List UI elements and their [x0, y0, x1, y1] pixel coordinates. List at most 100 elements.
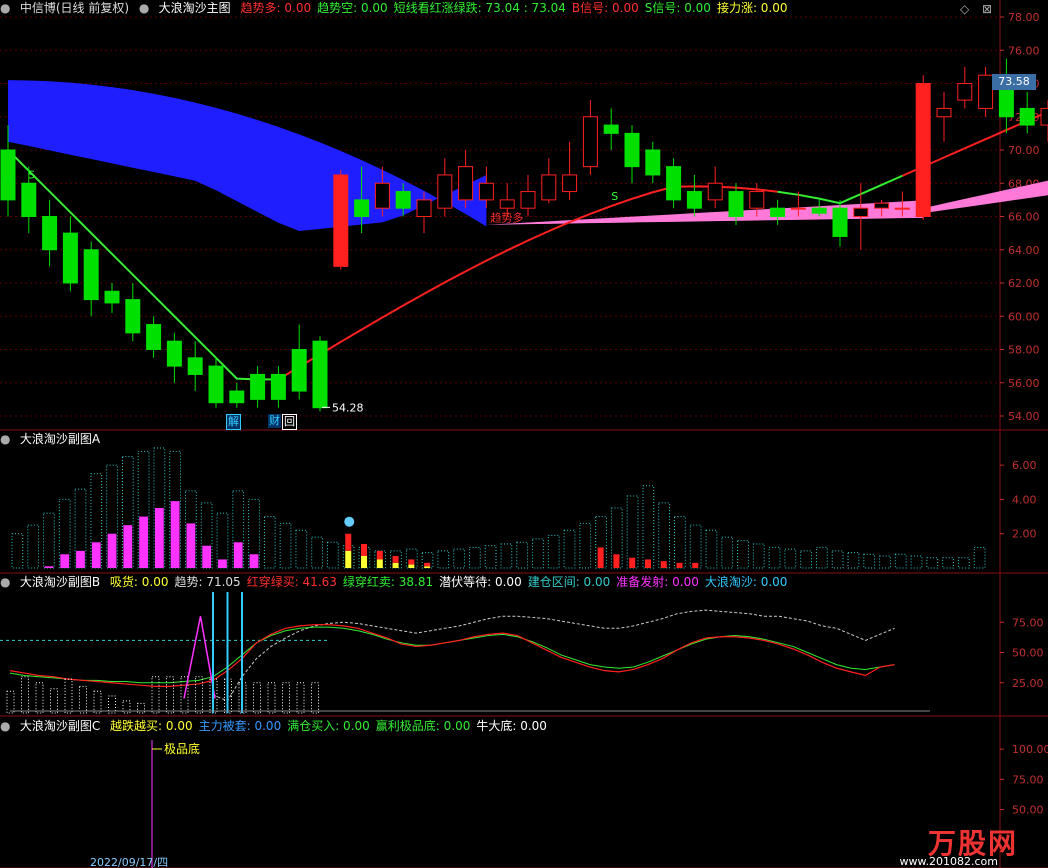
sub-a-title[interactable]: 大浪淘沙副图A: [20, 432, 100, 446]
sub-a-bar-outline: [468, 546, 481, 569]
axis-label-sub-c: 75.00: [1012, 773, 1044, 786]
sub-b-value-1: 趋势: 71.05: [174, 575, 241, 589]
sub-a-red-small: [676, 562, 683, 568]
sub-c-marker-label: 极品底: [164, 741, 200, 756]
sub-a-bar-outline: [563, 529, 576, 569]
sub-a-bar-outline: [942, 557, 954, 569]
candle-body: [166, 340, 182, 367]
tag-cai[interactable]: 财: [268, 414, 281, 428]
axis-label-main: 64.00: [1008, 244, 1040, 257]
axis-label-main: 60.00: [1008, 310, 1040, 323]
diamond-icon[interactable]: ◇: [960, 2, 969, 16]
circle-dot-icon[interactable]: ●: [0, 0, 10, 16]
axis-label-sub-b: 25.00: [1012, 677, 1044, 690]
sub-a-red-small: [597, 547, 604, 568]
sub-b-white-bar: [35, 682, 44, 714]
axis-label-sub-a: 2.00: [1012, 528, 1037, 541]
watermark-url: www.201082.com: [899, 855, 998, 868]
sub-a-red: [392, 556, 399, 563]
candle-body: [936, 107, 952, 118]
sub-a-red: [345, 533, 352, 551]
sub-b-white-bar: [108, 695, 116, 714]
sub-a-bar-magenta: [249, 554, 259, 568]
sub-a-header: ● 大浪淘沙副图A: [0, 431, 106, 447]
sub-b-title[interactable]: 大浪淘沙副图B: [20, 575, 100, 589]
candle-body: [125, 299, 141, 334]
sub-b-white-bar: [64, 678, 73, 714]
sub-b-value-2: 红穿绿买: 41.63: [246, 575, 337, 589]
sub-b-value-0: 吸货: 0.00: [109, 575, 169, 589]
candle-body: [1019, 107, 1035, 126]
candle-body: [312, 340, 328, 409]
low-price-label: 54.28: [332, 401, 364, 414]
candle-body: [811, 207, 827, 214]
sub-a-bar-outline: [879, 555, 891, 569]
sub-a-bar-outline: [279, 522, 292, 569]
sub-a-bar-outline: [295, 529, 308, 569]
sub-a-bar-outline: [547, 534, 560, 569]
sub-b-magenta-spike: [183, 616, 216, 699]
sub-a-yellow: [376, 559, 383, 568]
tag-hui[interactable]: 回: [282, 414, 297, 430]
circle-dot-icon[interactable]: ●: [0, 574, 10, 590]
candle-body: [915, 83, 931, 217]
sub-c-values: 越跌越买: 0.00 主力被套: 0.00 满仓买入: 0.00 赢利极品底: 0.0…: [110, 719, 553, 733]
chart-canvas: 78.0076.0074.0072.0070.0068.0066.0064.00…: [0, 0, 1048, 868]
sub-b-white-bar: [151, 676, 160, 714]
sub-a-bar-magenta: [107, 533, 117, 568]
tag-jie[interactable]: 解: [226, 414, 241, 430]
sub-a-bar-magenta: [170, 501, 180, 568]
candle-body: [104, 290, 120, 304]
sub-b-white-bar: [137, 702, 145, 714]
candle-body: [853, 207, 869, 217]
circle-dot-icon[interactable]: ●: [0, 718, 10, 734]
sub-b-white-bar: [282, 682, 290, 714]
candle-body: [603, 124, 619, 134]
candle-body: [42, 216, 58, 251]
candle-body: [562, 174, 578, 193]
axis-label-main: 70.00: [1008, 144, 1040, 157]
sub-a-bar-magenta: [218, 559, 227, 568]
candle-body: [229, 390, 245, 404]
sub-b-value-6: 准备发射: 0.00: [616, 575, 699, 589]
sub-a-bar-outline: [926, 557, 939, 569]
sub-a-bar-magenta: [60, 554, 70, 568]
sub-a-bar-outline: [453, 548, 465, 569]
axis-label-sub-c: 100.00: [1012, 743, 1048, 756]
sub-b-white-bar: [6, 690, 15, 714]
s-signal-1: S: [28, 168, 35, 181]
candle-body: [894, 207, 910, 210]
sub-a-red: [408, 559, 415, 565]
close-icon[interactable]: ⊠: [982, 2, 992, 16]
sub-b-white-bar: [50, 688, 58, 714]
sub-c-title[interactable]: 大浪淘沙副图C: [20, 719, 100, 733]
candle-body: [62, 232, 78, 284]
trend-text: 趋势多: [490, 210, 523, 224]
sub-c-value-0: 越跌越买: 0.00: [110, 719, 193, 733]
main-value-5: 接力涨: 0.00: [716, 1, 788, 15]
main-indicator-name[interactable]: 大浪淘沙主图: [159, 1, 231, 15]
sub-b-green-line: [9, 626, 895, 684]
sub-c-value-3: 赢利极品底: 0.00: [375, 719, 471, 733]
current-price-badge: 73.58: [992, 74, 1036, 90]
sub-a-bar-outline: [437, 550, 450, 569]
candle-body: [645, 149, 661, 176]
sub-a-red: [361, 544, 368, 556]
sub-b-red-line: [9, 624, 895, 687]
sub-a-bar-outline: [642, 485, 655, 569]
sub-a-bar-outline: [579, 522, 592, 569]
sub-a-yellow: [345, 550, 352, 568]
sub-b-white-bar: [93, 690, 102, 714]
sub-b-white-bar: [21, 676, 29, 714]
candle-body: [270, 373, 286, 400]
ma-line-green-2: [777, 174, 903, 205]
candle-body: [624, 132, 640, 168]
candle-body: [83, 249, 99, 301]
circle-dot-icon[interactable]: ●: [139, 0, 149, 16]
main-value-4: S信号: 0.00: [644, 1, 711, 15]
circle-dot-icon[interactable]: ●: [0, 431, 10, 447]
candle-body: [208, 365, 224, 404]
sub-c-value-1: 主力被套: 0.00: [198, 719, 282, 733]
axis-label-main: 58.00: [1008, 344, 1040, 357]
sub-a-bar-outline: [831, 550, 844, 569]
